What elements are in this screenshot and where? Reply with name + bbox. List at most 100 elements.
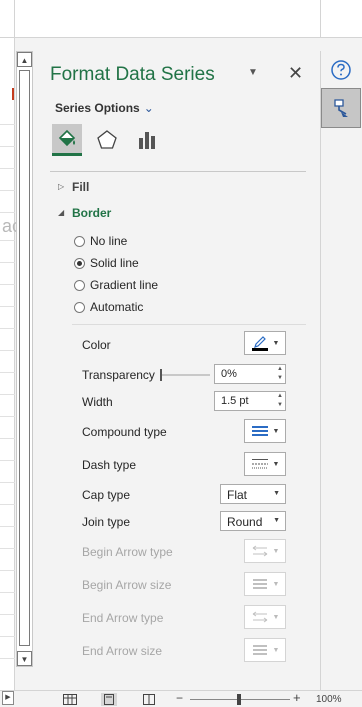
compound-type-dropdown[interactable]: ▼ bbox=[244, 419, 286, 443]
transparency-input[interactable]: 0% ▲ ▼ bbox=[214, 364, 286, 384]
pane-side-strip bbox=[321, 51, 362, 690]
spin-up-icon[interactable]: ▲ bbox=[277, 393, 283, 399]
join-type-select[interactable]: Round ▼ bbox=[220, 511, 286, 531]
radio-automatic[interactable]: Automatic bbox=[74, 299, 143, 315]
top-band bbox=[0, 0, 362, 51]
arrow-size-icon bbox=[252, 645, 267, 655]
cap-type-select[interactable]: Flat ▼ bbox=[220, 484, 286, 504]
zoom-in-icon[interactable]: + bbox=[293, 690, 301, 705]
zoom-slider-knob[interactable] bbox=[237, 694, 241, 705]
normal-view-button[interactable] bbox=[62, 693, 78, 706]
scroll-up-arrow-icon[interactable]: ▲ bbox=[17, 52, 32, 67]
chevron-down-icon: ▼ bbox=[273, 517, 280, 524]
chevron-down-icon: ⌄ bbox=[143, 101, 154, 115]
expand-triangle-icon: ▷ bbox=[58, 182, 65, 191]
zoom-level[interactable]: 100% bbox=[316, 694, 342, 705]
radio-circle bbox=[74, 235, 85, 247]
page-layout-icon bbox=[104, 694, 114, 705]
begin-arrow-type-dropdown: ▼ bbox=[244, 539, 286, 563]
radio-gradient-line[interactable]: Gradient line bbox=[74, 277, 158, 293]
pentagon-icon bbox=[97, 130, 117, 149]
chevron-down-icon: ▼ bbox=[272, 460, 280, 468]
transparency-label: Transparency bbox=[82, 368, 155, 382]
status-bar: ▶ − + 100% bbox=[0, 690, 362, 707]
format-pane-toggle-button[interactable] bbox=[321, 88, 361, 128]
divider bbox=[72, 324, 306, 325]
pen-color-icon bbox=[251, 336, 268, 351]
radio-circle bbox=[74, 301, 85, 313]
divider bbox=[50, 171, 306, 172]
radio-label: Gradient line bbox=[90, 278, 159, 292]
fill-section-label: Fill bbox=[72, 180, 90, 194]
page-layout-view-button[interactable] bbox=[101, 693, 117, 706]
join-type-label: Join type bbox=[82, 515, 131, 529]
transparency-slider[interactable] bbox=[160, 369, 210, 381]
dash-type-label: Dash type bbox=[82, 458, 137, 472]
end-arrow-size-dropdown: ▼ bbox=[244, 638, 286, 662]
paint-bucket-icon bbox=[58, 129, 76, 146]
color-label: Color bbox=[82, 338, 111, 352]
chevron-down-icon: ▼ bbox=[273, 490, 280, 497]
dash-type-dropdown[interactable]: ▼ bbox=[244, 452, 286, 476]
pane-title: Format Data Series bbox=[50, 64, 215, 85]
line-color-picker[interactable]: ▼ bbox=[244, 331, 286, 355]
compound-lines-icon bbox=[251, 426, 268, 436]
arrow-type-icon bbox=[252, 545, 267, 557]
scroll-left-arrow-icon[interactable]: ▶ bbox=[2, 691, 14, 705]
cap-type-value: Flat bbox=[227, 488, 248, 502]
radio-label: Automatic bbox=[90, 300, 144, 314]
arrow-type-icon bbox=[252, 611, 267, 623]
radio-circle-selected bbox=[74, 257, 85, 269]
dash-lines-icon bbox=[251, 459, 268, 469]
tab-fill-and-line[interactable] bbox=[52, 124, 82, 156]
chevron-down-icon: ▼ bbox=[272, 339, 280, 347]
column-header-row bbox=[0, 0, 362, 38]
border-section-label: Border bbox=[72, 206, 112, 220]
chevron-down-icon: ▼ bbox=[272, 427, 280, 435]
tab-series-options[interactable] bbox=[132, 124, 162, 156]
spin-up-icon[interactable]: ▲ bbox=[277, 366, 283, 372]
series-options-label: Series Options bbox=[55, 101, 140, 115]
format-data-series-pane: Format Data Series ▼ ✕ Series Options ⌄ ▷… bbox=[34, 51, 320, 690]
chevron-down-icon: ▼ bbox=[272, 547, 280, 555]
spin-down-icon[interactable]: ▼ bbox=[277, 375, 283, 381]
radio-circle bbox=[74, 279, 85, 291]
spin-down-icon[interactable]: ▼ bbox=[277, 402, 283, 408]
arrow-size-icon bbox=[252, 579, 267, 589]
scroll-down-arrow-icon[interactable]: ▼ bbox=[17, 651, 32, 666]
begin-arrow-size-label: Begin Arrow size bbox=[82, 578, 172, 592]
compound-type-label: Compound type bbox=[82, 425, 167, 439]
width-label: Width bbox=[82, 395, 113, 409]
zoom-out-icon[interactable]: − bbox=[176, 691, 183, 705]
end-arrow-type-dropdown: ▼ bbox=[244, 605, 286, 629]
chevron-down-icon: ▼ bbox=[272, 580, 280, 588]
radio-solid-line[interactable]: Solid line bbox=[74, 255, 139, 271]
tab-effects[interactable] bbox=[92, 124, 122, 156]
radio-no-line[interactable]: No line bbox=[74, 233, 127, 249]
collapse-triangle-icon: ◢ bbox=[58, 208, 65, 217]
slider-knob[interactable] bbox=[160, 369, 162, 381]
radio-label: Solid line bbox=[90, 256, 139, 270]
help-icon bbox=[331, 60, 351, 80]
cell-marker bbox=[12, 88, 14, 100]
bar-chart-icon bbox=[139, 132, 155, 149]
vertical-scrollbar[interactable]: ▲ ▼ bbox=[16, 51, 33, 667]
radio-label: No line bbox=[90, 234, 128, 248]
grid-view-icon bbox=[63, 694, 77, 705]
scroll-thumb[interactable] bbox=[19, 70, 30, 646]
worksheet-grid[interactable]: ac bbox=[0, 0, 21, 690]
close-icon[interactable]: ✕ bbox=[288, 63, 303, 84]
width-input[interactable]: 1.5 pt ▲ ▼ bbox=[214, 391, 286, 411]
page-break-view-button[interactable] bbox=[141, 693, 157, 706]
transparency-value: 0% bbox=[221, 368, 237, 380]
help-button[interactable] bbox=[330, 59, 352, 81]
pane-options-dropdown-icon[interactable]: ▼ bbox=[248, 67, 258, 78]
cap-type-label: Cap type bbox=[82, 488, 131, 502]
end-arrow-type-label: End Arrow type bbox=[82, 611, 164, 625]
series-options-dropdown[interactable]: Series Options ⌄ bbox=[55, 101, 154, 115]
begin-arrow-type-label: Begin Arrow type bbox=[82, 545, 173, 559]
page-break-icon bbox=[143, 694, 155, 705]
chevron-down-icon: ▼ bbox=[272, 646, 280, 654]
begin-arrow-size-dropdown: ▼ bbox=[244, 572, 286, 596]
chevron-down-icon: ▼ bbox=[272, 613, 280, 621]
